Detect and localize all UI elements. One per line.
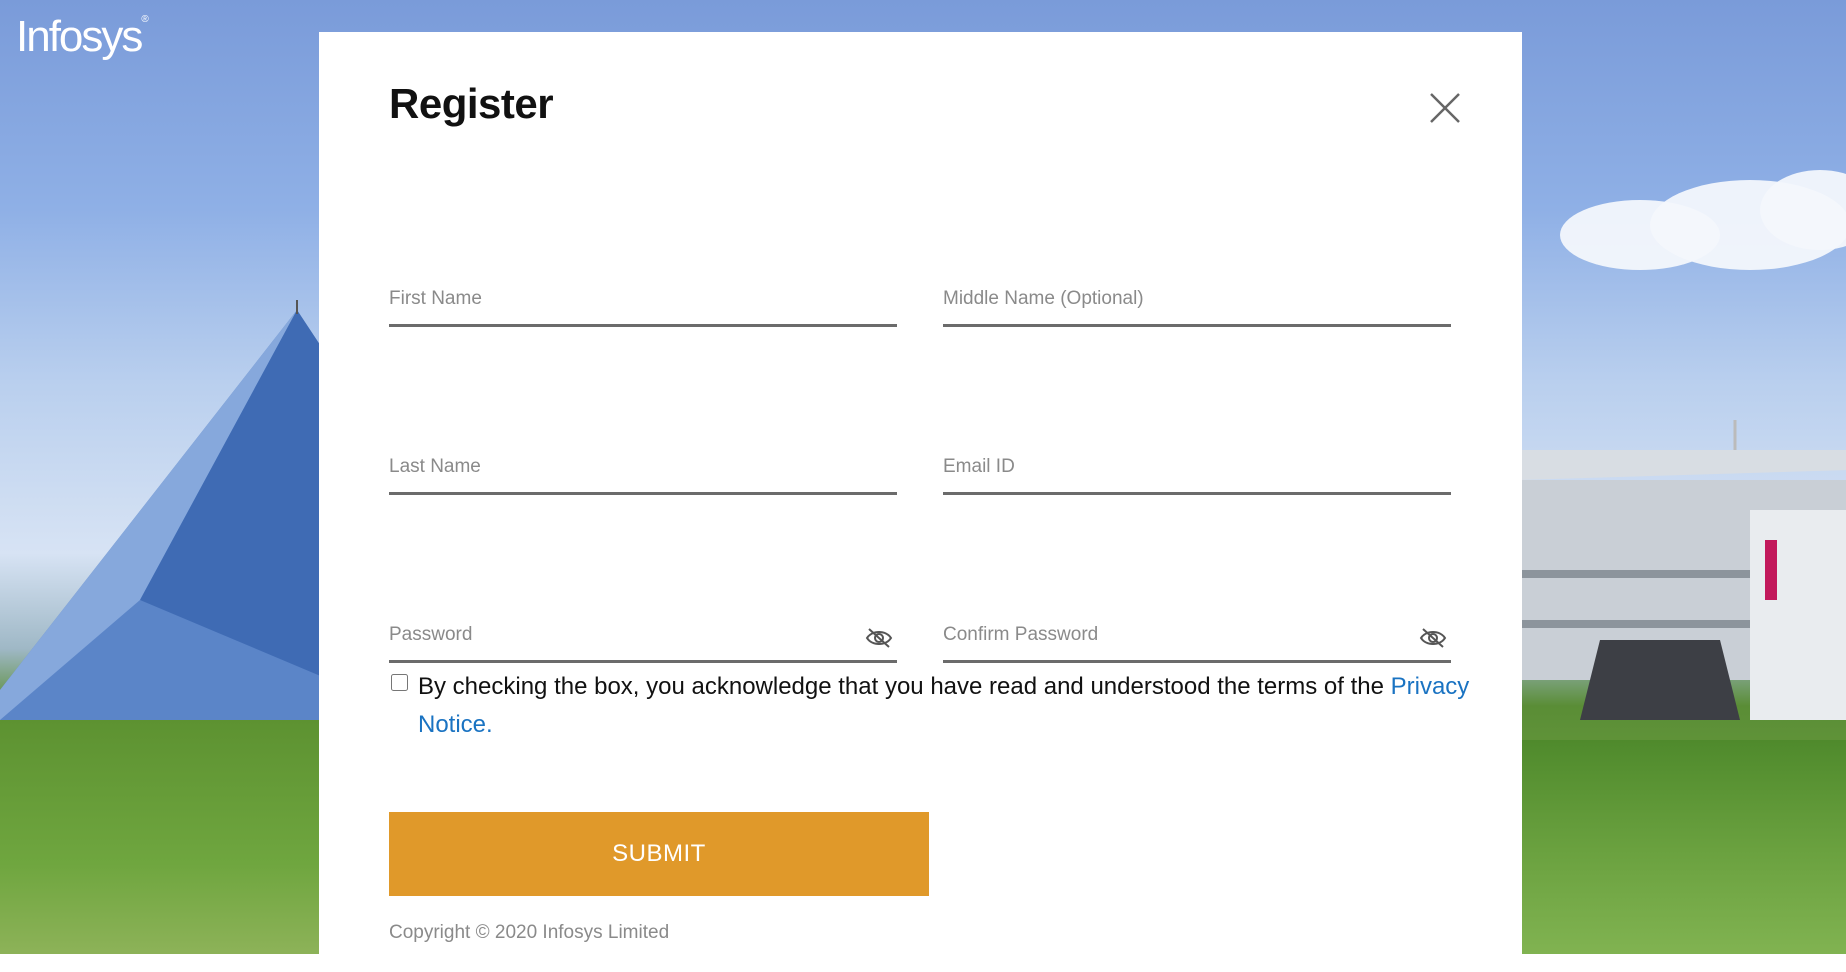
confirm-password-field [943, 600, 1451, 663]
page-title: Register [389, 80, 554, 127]
first-name-field [389, 264, 897, 327]
campus-building [1520, 420, 1846, 720]
email-field [943, 432, 1451, 495]
middle-name-input[interactable] [943, 288, 1451, 310]
privacy-consent-checkbox[interactable] [391, 674, 408, 691]
close-icon[interactable] [1427, 90, 1463, 126]
middle-name-field [943, 264, 1451, 327]
consent-text: By checking the box, you acknowledge tha… [418, 668, 1498, 744]
lawn-right [1520, 740, 1846, 954]
last-name-input[interactable] [389, 456, 897, 478]
eye-slash-icon[interactable] [1419, 626, 1447, 650]
logo-text: Infosys [16, 12, 143, 61]
consent-label: By checking the box, you acknowledge tha… [418, 673, 1391, 700]
infosys-logo: Infosys® [16, 12, 149, 62]
confirm-password-input[interactable] [943, 624, 1451, 646]
password-field [389, 600, 897, 663]
last-name-field [389, 432, 897, 495]
eye-slash-icon[interactable] [865, 626, 893, 650]
first-name-input[interactable] [389, 288, 897, 310]
lawn-left [0, 720, 330, 954]
registered-mark: ® [141, 14, 149, 25]
pyramid-building [0, 300, 330, 740]
submit-button[interactable]: SUBMIT [389, 812, 929, 896]
password-input[interactable] [389, 624, 897, 646]
copyright-text: Copyright © 2020 Infosys Limited [389, 922, 670, 943]
email-input[interactable] [943, 456, 1451, 478]
register-modal: Register By checking the box, yo [319, 32, 1522, 972]
